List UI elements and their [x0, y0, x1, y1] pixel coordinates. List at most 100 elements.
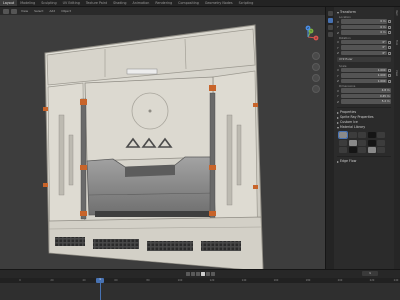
3d-viewport[interactable]: View Select Add Object X Y Z — [0, 7, 325, 269]
orange-clamp — [80, 211, 87, 216]
dimensions-value-field[interactable]: 5.2 m — [341, 99, 391, 104]
workspace-tab[interactable]: Animation — [130, 0, 153, 6]
material-swatch[interactable] — [338, 131, 348, 139]
workspace-tab[interactable]: Modeling — [17, 0, 38, 6]
upper-door-leaf — [84, 76, 214, 162]
orange-clamp — [80, 165, 87, 170]
menu-select[interactable]: Select — [32, 9, 45, 13]
material-swatch[interactable] — [367, 132, 376, 138]
rotation-mode-dropdown[interactable]: XYZ Euler — [337, 56, 391, 62]
menu-object[interactable]: Object — [59, 9, 73, 13]
scale-value-field[interactable]: 1.000 — [341, 67, 387, 73]
play-reverse-icon[interactable] — [195, 271, 200, 276]
scifi-door-panel-model[interactable] — [35, 15, 275, 269]
tab-view[interactable]: View — [394, 67, 399, 97]
zoom-icon[interactable] — [312, 52, 320, 60]
playhead-line — [99, 282, 101, 300]
location-value-field[interactable]: 0 m — [341, 24, 387, 30]
edge-flow-header[interactable]: Edge Flow — [337, 159, 391, 164]
lock-icon[interactable] — [388, 79, 391, 83]
material-swatch[interactable] — [348, 139, 357, 146]
location-value-field[interactable]: 0 m — [341, 19, 387, 24]
grid-perspective-icon[interactable] — [312, 85, 320, 93]
material-swatch[interactable] — [377, 147, 385, 153]
lock-icon[interactable] — [388, 25, 391, 29]
workspace-tab[interactable]: Rendering — [152, 0, 175, 6]
scale-value-field[interactable]: 1.000 — [341, 73, 387, 78]
rotation-row: Z 0° — [337, 50, 391, 56]
material-swatch[interactable] — [377, 139, 385, 146]
material-swatch[interactable] — [367, 147, 376, 153]
viewport-header: View Select Add Object — [0, 7, 325, 15]
lock-icon[interactable] — [388, 74, 391, 77]
menu-add[interactable]: Add — [47, 9, 57, 13]
orange-clamp — [209, 85, 216, 91]
timeline-track-area[interactable] — [0, 283, 400, 300]
tool-tab-icon[interactable] — [327, 11, 333, 16]
scale-value-field[interactable]: 1.000 — [341, 78, 387, 84]
timeline-editor[interactable]: 1 0 20 40 60 80 100 120 140 160 180 200 220 240 1 — [0, 269, 400, 300]
lock-icon[interactable] — [388, 51, 391, 55]
dimensions-value-field[interactable]: 4.8 m — [341, 88, 391, 93]
navigation-gizmo[interactable]: X Y Z — [296, 25, 320, 49]
tab-tool[interactable]: Tool — [394, 37, 399, 67]
play-icon[interactable] — [200, 271, 205, 276]
material-library-section: Material Library — [337, 125, 391, 153]
material-swatch[interactable] — [358, 139, 366, 146]
current-frame-field[interactable]: 1 — [362, 271, 378, 276]
lower-door-leaf — [86, 156, 216, 216]
lock-icon[interactable] — [388, 20, 391, 23]
jump-start-icon[interactable] — [185, 271, 190, 276]
property-tabs — [326, 7, 334, 269]
material-swatch[interactable] — [339, 139, 347, 146]
workspace-tab[interactable]: Texture Paint — [83, 0, 110, 6]
dimensions-row: Z 5.2 m — [337, 99, 391, 104]
modifier-tab-icon[interactable] — [327, 25, 333, 30]
menu-view[interactable]: View — [19, 9, 30, 13]
editor-type-button[interactable] — [3, 8, 9, 14]
prev-keyframe-icon[interactable] — [190, 271, 195, 276]
material-swatch[interactable] — [358, 132, 366, 138]
lock-icon[interactable] — [388, 46, 391, 49]
workspace-tab[interactable]: Sculpting — [38, 0, 59, 6]
workspace-tab[interactable]: Geometry Nodes — [202, 0, 236, 6]
workspace-tab[interactable]: Shading — [110, 0, 129, 6]
sidebar-content: Transform Location X0 mY0 mZ0 m Rotation… — [335, 7, 393, 269]
object-tab-icon[interactable] — [327, 18, 333, 23]
gizmo-z-label: Z — [307, 26, 309, 30]
gizmo-x-label: X — [315, 36, 317, 40]
material-swatch[interactable] — [358, 147, 366, 153]
pan-hand-icon[interactable] — [312, 63, 320, 71]
rotation-value-field[interactable]: 0° — [341, 39, 387, 45]
workspace-tab[interactable]: Scripting — [236, 0, 257, 6]
lock-icon[interactable] — [388, 31, 391, 34]
workspace-tab[interactable]: UV Editing — [60, 0, 83, 6]
dimensions-value-field[interactable]: 0.45 m — [341, 93, 391, 99]
rotation-row: Y 0° — [337, 45, 391, 50]
jump-end-icon[interactable] — [210, 271, 215, 276]
tab-item[interactable]: Item — [394, 7, 399, 37]
material-swatch[interactable] — [377, 132, 385, 138]
sidebar-vertical-tabs: Item Tool View — [394, 7, 400, 269]
material-swatch[interactable] — [367, 139, 376, 146]
lock-icon[interactable] — [388, 68, 391, 72]
camera-icon[interactable] — [312, 74, 320, 82]
object-mode-button[interactable] — [11, 8, 17, 14]
material-swatch[interactable] — [348, 147, 357, 153]
workspace-tab[interactable]: Layout — [0, 0, 18, 6]
dimensions-row: X 4.8 m — [337, 88, 391, 93]
next-keyframe-icon[interactable] — [205, 271, 210, 276]
rotation-value-field[interactable]: 0° — [341, 45, 387, 50]
material-tab-icon[interactable] — [327, 32, 333, 37]
expand-triangle-icon — [337, 11, 339, 14]
material-swatch[interactable] — [339, 147, 347, 153]
workspace-tab[interactable]: Compositing — [175, 0, 202, 6]
workspace-tab-bar: Layout Modeling Sculpting UV Editing Texture… — [0, 0, 400, 7]
rotation-value-field[interactable]: 0° — [341, 50, 387, 56]
material-library-header[interactable]: Material Library — [337, 125, 391, 130]
lock-icon[interactable] — [388, 40, 391, 44]
location-row: Y0 m — [337, 24, 391, 30]
location-row: Z0 m — [337, 30, 391, 35]
location-value-field[interactable]: 0 m — [341, 30, 387, 35]
material-swatch[interactable] — [348, 132, 357, 138]
